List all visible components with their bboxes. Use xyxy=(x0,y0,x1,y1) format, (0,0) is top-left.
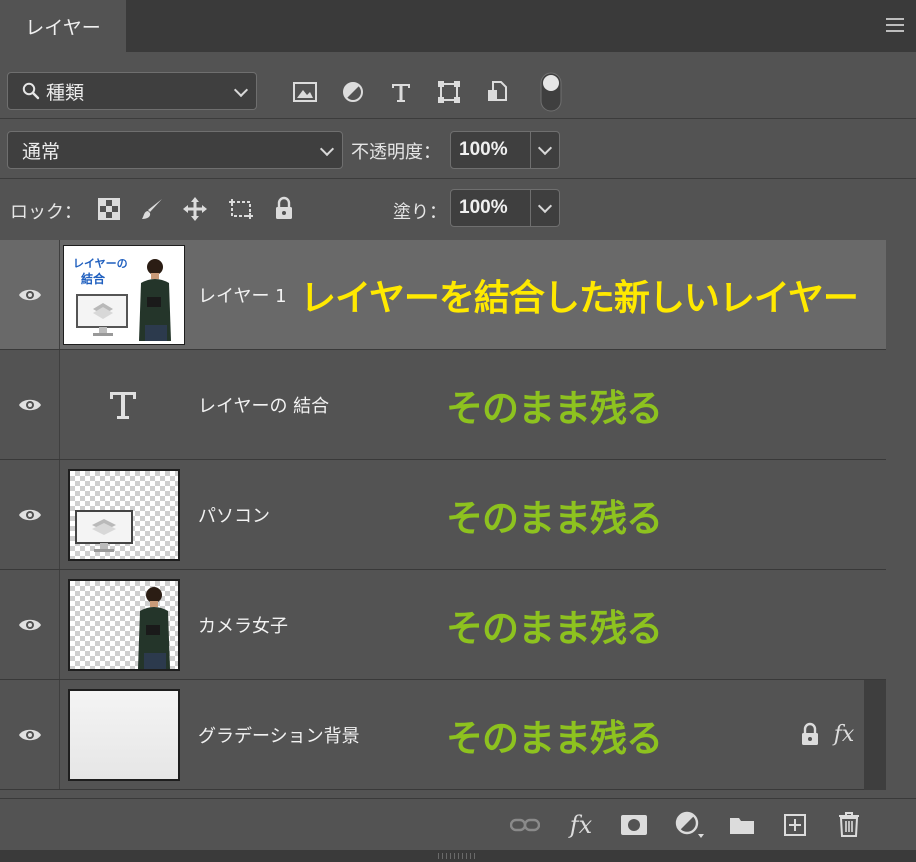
smart-object-filter-icon[interactable] xyxy=(482,78,512,106)
visibility-toggle[interactable] xyxy=(0,460,60,569)
add-layer-style-icon[interactable]: fx xyxy=(564,809,598,841)
lock-image-pixels-icon[interactable] xyxy=(138,196,166,222)
layer-name[interactable]: パソコン xyxy=(198,460,270,569)
type-layer-icon[interactable] xyxy=(96,385,150,425)
eye-icon xyxy=(18,729,41,740)
lock-row: ロック： 塗り： 100% xyxy=(0,178,916,240)
eye-icon xyxy=(18,289,41,300)
annotation-kept: そのまま残る xyxy=(446,496,663,540)
visibility-toggle[interactable] xyxy=(0,570,60,679)
scrollbar-thumb[interactable] xyxy=(864,680,886,790)
filter-kind-select[interactable]: 種類 xyxy=(7,72,257,110)
opacity-field[interactable]: 100% xyxy=(450,131,560,169)
layer-name[interactable]: レイヤーの 結合 xyxy=(198,350,329,459)
lock-position-icon[interactable] xyxy=(181,196,209,222)
layer-row-camera-girl[interactable]: カメラ女子 そのまま残る xyxy=(0,570,886,680)
layer-name[interactable]: レイヤー 1 xyxy=(198,240,287,349)
filter-kind-label: 種類 xyxy=(46,81,85,104)
eye-icon xyxy=(18,399,41,410)
blend-mode-select[interactable]: 通常 xyxy=(7,131,343,169)
opacity-dropdown-button[interactable] xyxy=(531,132,559,168)
lock-all-icon[interactable] xyxy=(271,194,297,222)
thumbnail-text-line1: レイヤーの xyxy=(73,257,128,270)
opacity-label: 不透明度： xyxy=(351,142,441,163)
thumbnail-text-line2: 結合 xyxy=(81,271,106,286)
layer-name[interactable]: グラデーション背景 xyxy=(198,680,360,789)
new-group-icon[interactable] xyxy=(726,811,758,839)
fill-dropdown-button[interactable] xyxy=(531,190,559,226)
blend-row: 通常 不透明度： 100% xyxy=(0,118,916,178)
delete-layer-icon[interactable] xyxy=(834,809,864,839)
lock-label: ロック： xyxy=(10,202,82,223)
annotation-new-layer: レイヤーを結合した新しいレイヤー xyxy=(300,277,859,319)
layer-row-layer-1[interactable]: レイヤーの 結合 レイヤー 1 レイヤーを結合した新しいレイヤー xyxy=(0,240,886,350)
chevron-down-icon xyxy=(233,82,249,98)
layer-thumbnail[interactable] xyxy=(68,469,180,561)
layer-thumbnail[interactable] xyxy=(68,579,180,671)
shape-filter-icon[interactable] xyxy=(434,78,464,106)
visibility-toggle[interactable] xyxy=(0,240,60,349)
panel-bottom-bar: fx xyxy=(0,798,916,850)
search-icon xyxy=(22,82,40,100)
visibility-toggle[interactable] xyxy=(0,350,60,459)
lock-transparent-pixels-icon[interactable] xyxy=(96,196,122,222)
new-adjustment-layer-icon[interactable] xyxy=(672,809,708,841)
layer-row-pc[interactable]: パソコン そのまま残る xyxy=(0,460,886,570)
panel-menu-icon[interactable] xyxy=(886,18,904,32)
layer-row-gradient-background[interactable]: グラデーション背景 そのまま残る fx xyxy=(0,680,864,790)
annotation-kept: そのまま残る xyxy=(446,606,663,650)
lock-artboard-icon[interactable] xyxy=(226,196,256,222)
panel-tab-bar: レイヤー xyxy=(0,0,916,52)
fill-field[interactable]: 100% xyxy=(450,189,560,227)
new-layer-icon[interactable] xyxy=(780,811,810,839)
layer-thumbnail[interactable] xyxy=(68,689,180,781)
tab-layers[interactable]: レイヤー xyxy=(0,0,126,52)
image-filter-icon[interactable] xyxy=(290,78,320,106)
chevron-down-icon xyxy=(319,141,335,157)
blend-mode-value: 通常 xyxy=(22,140,61,163)
layer-effects-icon[interactable]: fx xyxy=(830,718,858,750)
layer-lock-icon xyxy=(798,720,822,748)
filter-toggle-icon[interactable] xyxy=(540,72,562,112)
annotation-kept: そのまま残る xyxy=(446,386,663,430)
fill-label: 塗り： xyxy=(393,202,447,223)
layer-row-text[interactable]: レイヤーの 結合 そのまま残る xyxy=(0,350,886,460)
fill-value[interactable]: 100% xyxy=(451,190,531,226)
grip-lines xyxy=(438,853,478,859)
layer-thumbnail[interactable]: レイヤーの 結合 xyxy=(63,245,185,345)
scrollbar-track[interactable] xyxy=(886,240,916,795)
annotation-kept: そのまま残る xyxy=(446,716,663,760)
link-layers-icon[interactable] xyxy=(508,811,542,839)
eye-icon xyxy=(18,619,41,630)
add-mask-icon[interactable] xyxy=(618,811,650,839)
layer-name[interactable]: カメラ女子 xyxy=(198,570,288,679)
adjustment-filter-icon[interactable] xyxy=(338,78,368,106)
type-filter-icon[interactable] xyxy=(386,78,416,106)
eye-icon xyxy=(18,509,41,520)
visibility-toggle[interactable] xyxy=(0,680,60,789)
opacity-value[interactable]: 100% xyxy=(451,132,531,168)
